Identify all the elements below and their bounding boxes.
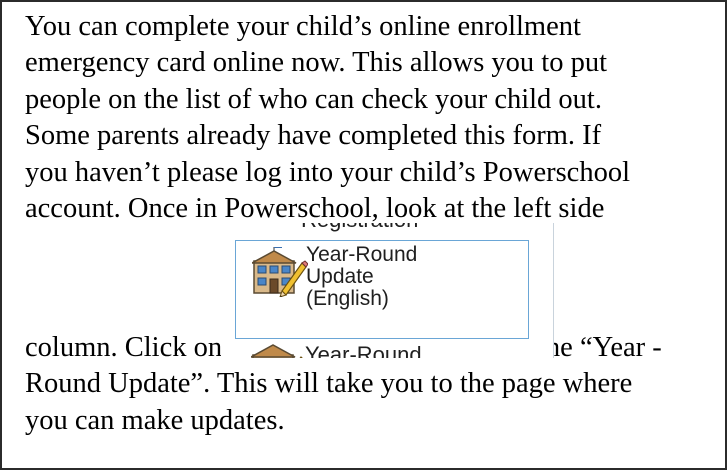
paragraph-line: you can make updates. (25, 405, 285, 436)
paragraph-line: the “Year - (538, 332, 662, 363)
year-round-update-label: Year-Round Update (English) (306, 244, 417, 310)
embedded-screenshot: Registration (221, 223, 554, 358)
paragraph-line: account. Once in Powerschool, look at th… (25, 193, 605, 224)
year-round-label-partial: Year-Round (305, 342, 422, 358)
paragraph-line: Some parents already have completed this… (25, 120, 602, 151)
paragraph-line: You can complete your child’s online enr… (25, 11, 581, 42)
paragraph-line: Round Update”. This will take you to the… (25, 368, 633, 399)
document-frame: You can complete your child’s online enr… (0, 0, 727, 470)
paragraph-line: column. Click on (25, 332, 223, 363)
label-line: (English) (306, 287, 389, 310)
paragraph-line: emergency card online now. This allows y… (25, 47, 608, 78)
label-line: Update (306, 265, 374, 288)
year-round-update-link[interactable]: Year-Round Update (English) (235, 240, 529, 339)
paragraph-line: you haven’t please log into your child’s… (25, 157, 630, 188)
school-building-pencil-icon (252, 247, 308, 297)
school-building-pencil-icon (251, 344, 303, 358)
label-line: Year-Round (306, 243, 418, 266)
registration-label: Registration (301, 223, 418, 233)
paragraph-line: people on the list of who can check your… (25, 84, 602, 115)
